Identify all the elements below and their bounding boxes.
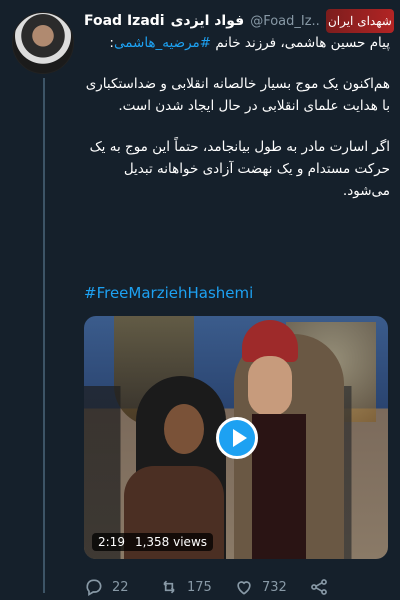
- retweet-button[interactable]: 175: [159, 577, 234, 597]
- watermark-logo: شهدای ایران: [325, 9, 394, 33]
- tweet-header: Foad Izadi فواد ایزدی @Foad_Iz.. شهدای ا…: [84, 9, 394, 33]
- tweet-actions: 22 175 732: [84, 575, 384, 599]
- video-thumbnail[interactable]: 2:19 1,358 views: [84, 316, 388, 559]
- author-name[interactable]: Foad Izadi: [84, 13, 165, 29]
- paragraph-1: پیام حسین هاشمی، فرزند خانم #مرضیه_هاشمی…: [84, 32, 390, 54]
- tweet-body: پیام حسین هاشمی، فرزند خانم #مرضیه_هاشمی…: [84, 32, 390, 221]
- hashtag-link[interactable]: #مرضیه_هاشمی: [114, 35, 211, 51]
- paragraph-2: هم‌اکنون یک موج بسیار خالصانه انقلابی و …: [85, 76, 390, 114]
- share-button[interactable]: [309, 577, 384, 597]
- man-face: [248, 356, 292, 416]
- like-count: 732: [262, 579, 287, 595]
- play-button[interactable]: [216, 417, 258, 459]
- thread-line: [43, 78, 45, 593]
- retweet-count: 175: [187, 579, 212, 595]
- video-duration-badge: 2:19 1,358 views: [92, 533, 214, 551]
- author-name-fa[interactable]: فواد ایزدی: [171, 13, 245, 29]
- comment-bubble-icon: [86, 579, 102, 596]
- woman-face: [164, 404, 204, 454]
- reply-button[interactable]: 22: [84, 577, 159, 597]
- heart-icon: [237, 581, 251, 595]
- english-hashtag[interactable]: #FreeMarziehHashemi: [84, 284, 390, 302]
- retweet-arrows-icon: [163, 580, 175, 594]
- reply-count: 22: [112, 579, 129, 595]
- avatar[interactable]: [12, 12, 74, 74]
- video-views: 1,358 views: [134, 535, 208, 549]
- paragraph-1-text: پیام حسین هاشمی، فرزند خانم: [211, 35, 390, 51]
- share-icon: [311, 579, 327, 595]
- like-button[interactable]: 732: [234, 577, 309, 597]
- man-scarf: [252, 414, 306, 559]
- author-handle[interactable]: @Foad_Iz..: [250, 14, 320, 29]
- paragraph-3: اگر اسارت مادر به طول بیانجامد، حتماً ای…: [89, 139, 390, 199]
- video-duration: 2:19: [98, 535, 125, 549]
